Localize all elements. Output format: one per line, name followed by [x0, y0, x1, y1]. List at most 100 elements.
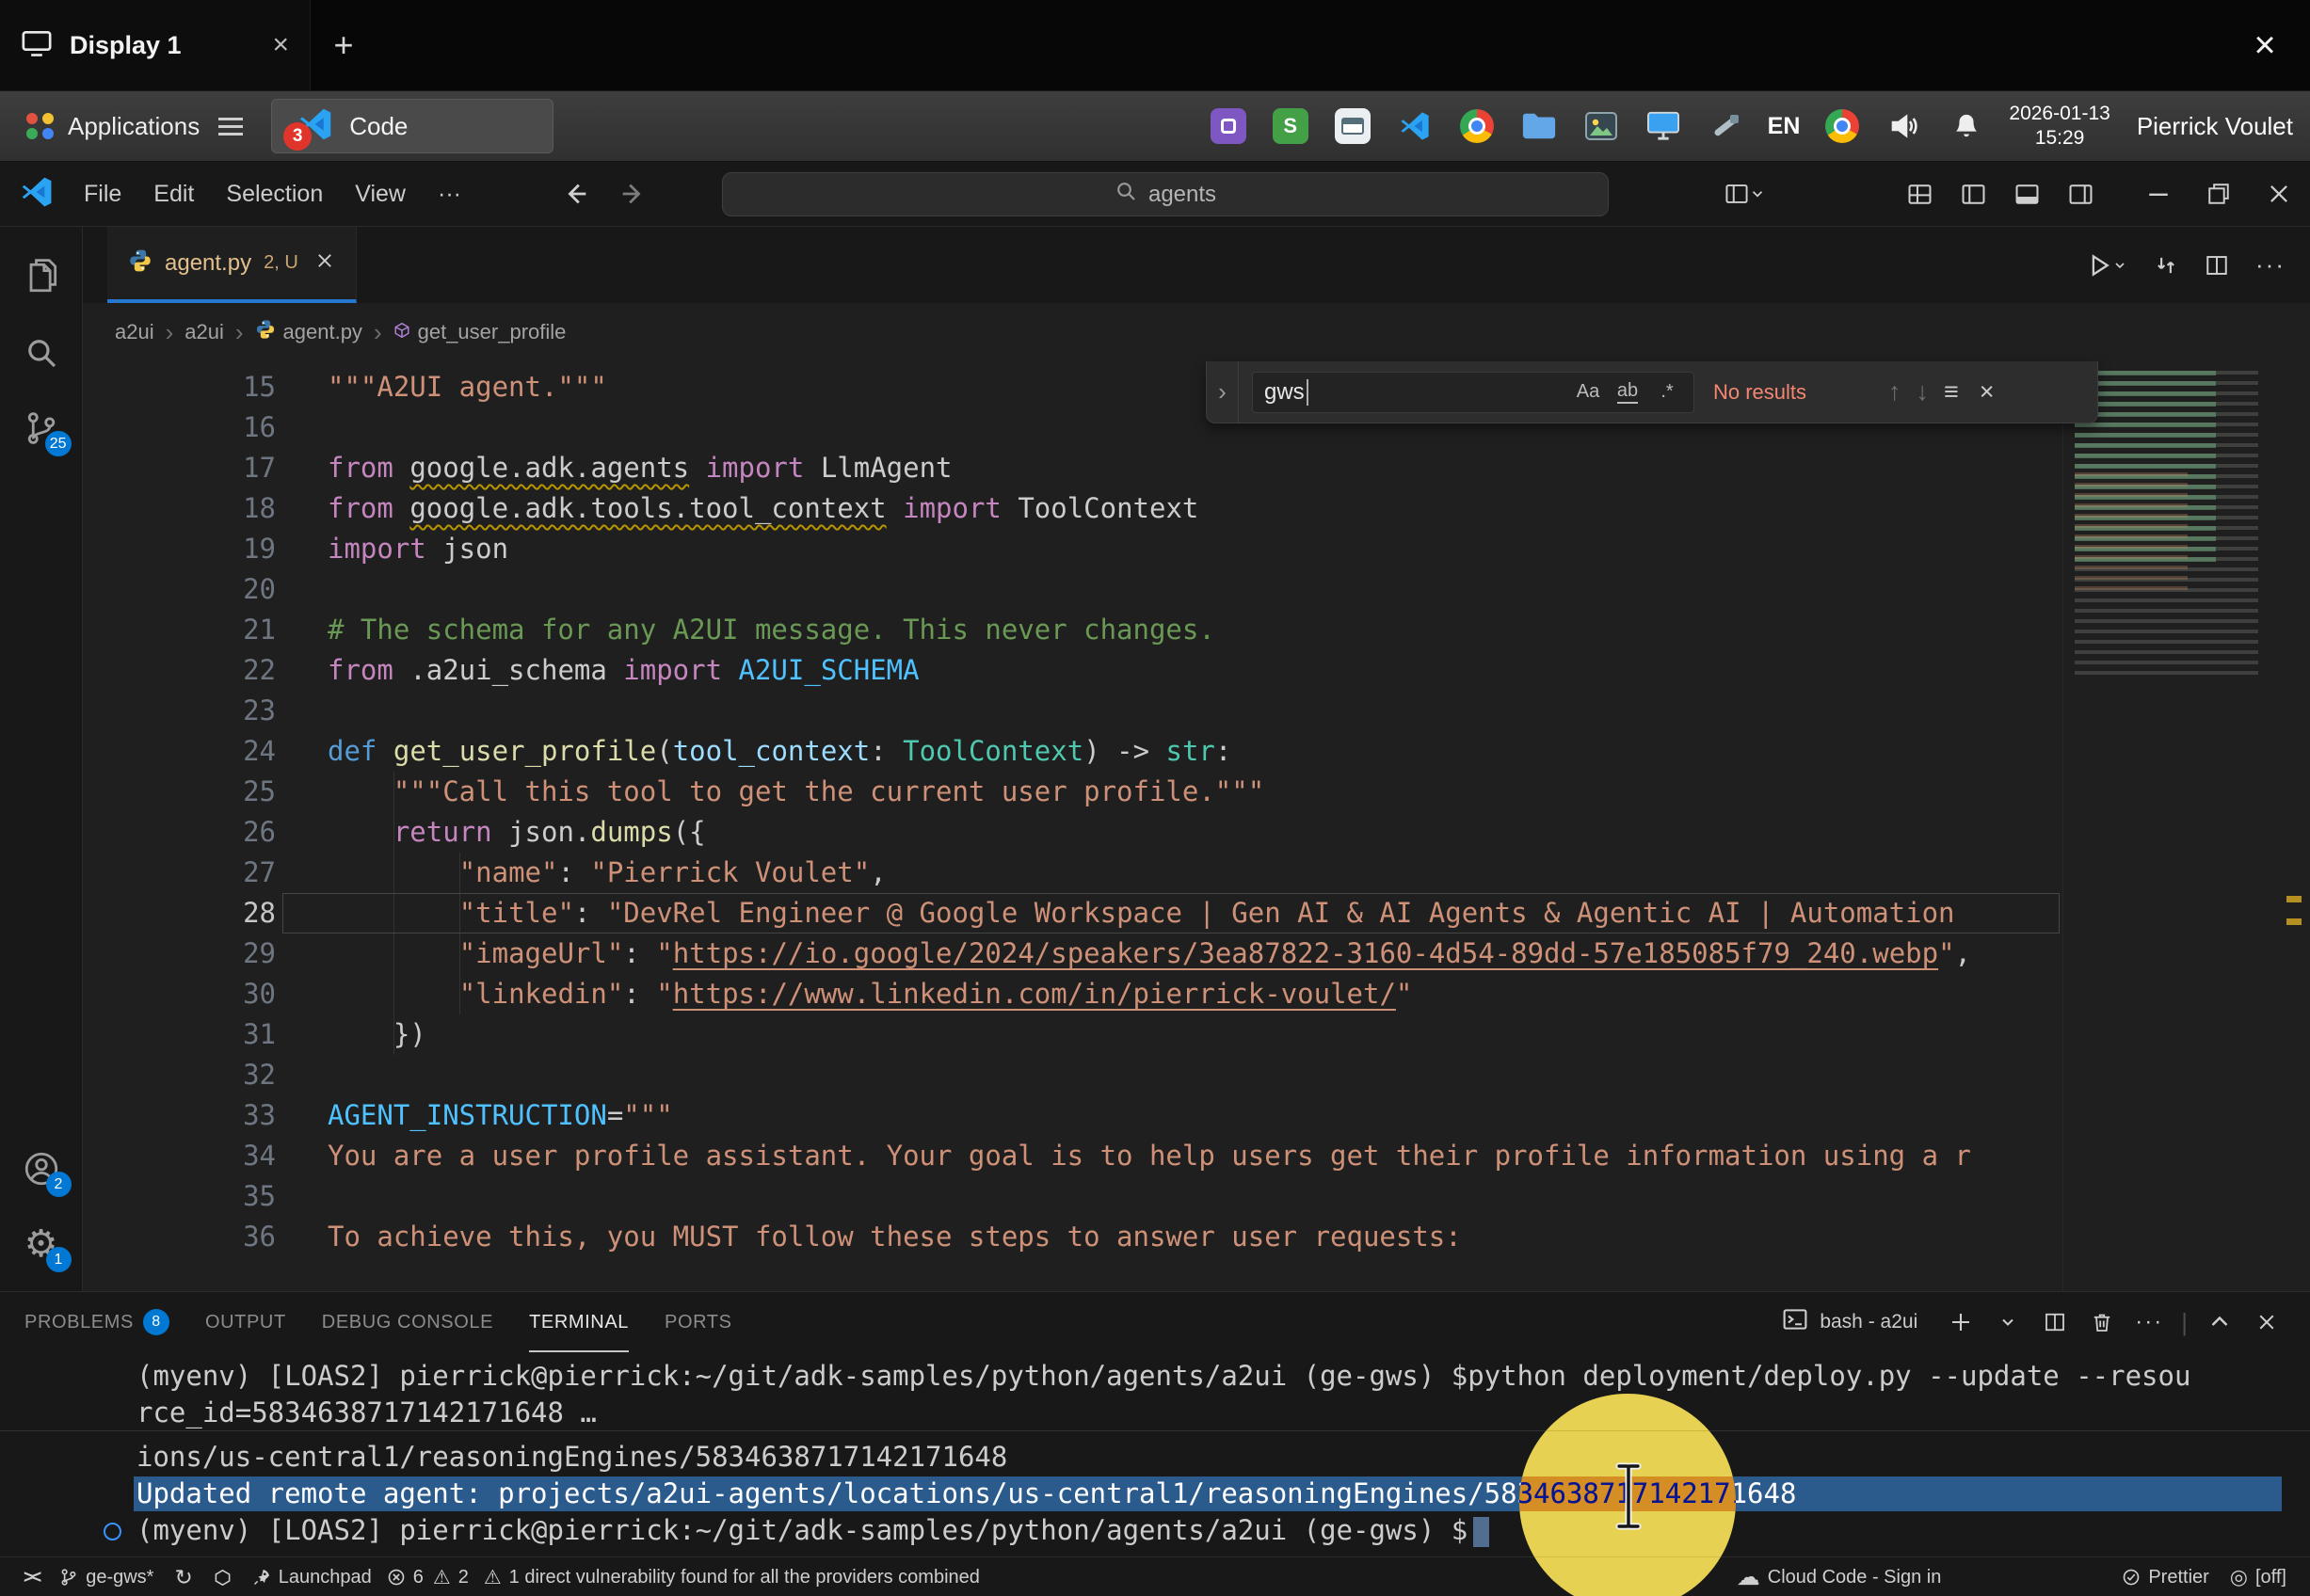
user-name[interactable]: Pierrick Voulet — [2137, 112, 2293, 141]
vm-window-close-icon[interactable]: × — [2220, 0, 2310, 90]
explorer-icon[interactable] — [0, 240, 83, 315]
keyboard-layout[interactable]: EN — [1768, 113, 1801, 140]
menu-selection[interactable]: Selection — [210, 173, 339, 215]
find-in-selection-icon[interactable]: ≡ — [1944, 377, 1959, 407]
status-launchpad[interactable]: Launchpad — [242, 1557, 382, 1596]
menu-edit[interactable]: Edit — [137, 173, 210, 215]
clock[interactable]: 2026-01-13 15:29 — [2009, 102, 2109, 152]
code-line[interactable]: 22from .a2ui_schema import A2UI_SCHEMA — [83, 650, 2062, 691]
find-close-icon[interactable]: × — [1980, 377, 1995, 407]
code-line[interactable]: 36To achieve this, you MUST follow these… — [83, 1217, 2062, 1257]
account-icon[interactable]: 2 — [0, 1131, 83, 1206]
terminal-line[interactable]: (myenv) [LOAS2] pierrick@pierrick:~/git/… — [0, 1512, 2310, 1549]
breadcrumb-get-user-profile[interactable]: get_user_profile — [393, 320, 567, 344]
code-line[interactable]: 19import json — [83, 529, 2062, 569]
breadcrumb-a2ui[interactable]: a2ui — [184, 320, 224, 344]
volume-icon[interactable] — [1885, 106, 1924, 146]
status-2[interactable]: ⚠2 — [428, 1557, 473, 1596]
layout-grid-icon[interactable] — [1907, 182, 1933, 207]
status-remote[interactable]: >< — [13, 1557, 49, 1596]
command-center-search[interactable]: agents — [722, 172, 1609, 216]
close-panel-icon[interactable] — [2248, 1303, 2286, 1341]
menu-file[interactable]: File — [68, 173, 137, 215]
code-line[interactable]: 24def get_user_profile(tool_context: Too… — [83, 731, 2062, 772]
tab-close-icon[interactable] — [314, 250, 335, 276]
open-changes-icon[interactable] — [2154, 253, 2178, 278]
find-next-icon[interactable]: ↓ — [1917, 377, 1930, 407]
code-line[interactable]: 23 — [83, 691, 2062, 731]
settings-gear-icon[interactable]: ⚙ 1 — [0, 1206, 83, 1282]
match-case-toggle[interactable]: Aa — [1573, 377, 1603, 407]
status-sync[interactable]: ↻ — [164, 1557, 202, 1596]
chrome-icon[interactable] — [1822, 106, 1862, 146]
status-prettier[interactable]: Prettier — [2111, 1557, 2219, 1596]
customize-layout-icon[interactable] — [1724, 182, 1766, 206]
kill-terminal-icon[interactable] — [2083, 1303, 2121, 1341]
breadcrumb-a2ui[interactable]: a2ui — [115, 320, 154, 344]
minimize-icon[interactable] — [2146, 182, 2171, 206]
bell-icon[interactable] — [1947, 106, 1986, 146]
code-lines[interactable]: 15"""A2UI agent."""1617from google.adk.a… — [83, 361, 2062, 1291]
breadcrumb-agent-py[interactable]: agent.py — [255, 319, 362, 345]
terminal-line[interactable]: (myenv) [LOAS2] pierrick@pierrick:~/git/… — [0, 1358, 2310, 1395]
code-line[interactable]: 27 "name": "Pierrick Voulet", — [83, 853, 2062, 893]
toggle-secondary-sidebar-icon[interactable] — [2068, 182, 2093, 207]
terminal-line[interactable]: ions/us-central1/reasoningEngines/583463… — [0, 1439, 2310, 1476]
search-view-icon[interactable] — [0, 315, 83, 391]
panel-more-icon[interactable]: ··· — [2130, 1303, 2168, 1341]
find-previous-icon[interactable]: ↑ — [1888, 377, 1901, 407]
tool-icon[interactable] — [1706, 106, 1745, 146]
panel-tab-debug-console[interactable]: DEBUG CONSOLE — [322, 1292, 493, 1352]
terminal-line[interactable]: Updated remote agent: projects/a2ui-agen… — [0, 1476, 2310, 1512]
terminal-instance[interactable]: bash - a2ui — [1782, 1306, 1917, 1338]
code-line[interactable]: 33AGENT_INSTRUCTION=""" — [83, 1095, 2062, 1136]
menu-more[interactable]: ··· — [422, 173, 477, 215]
split-terminal-icon[interactable] — [2036, 1303, 2074, 1341]
toggle-sidebar-icon[interactable] — [1961, 182, 1986, 207]
status-hex[interactable] — [203, 1557, 242, 1596]
code-line[interactable]: 31 }) — [83, 1014, 2062, 1055]
terminal-line[interactable]: rce_id=5834638717142171648 … — [0, 1395, 2310, 1431]
find-collapse-icon[interactable]: › — [1207, 361, 1239, 423]
terminal-output[interactable]: (myenv) [LOAS2] pierrick@pierrick:~/git/… — [0, 1352, 2310, 1556]
image-icon[interactable] — [1581, 106, 1621, 146]
vm-new-tab-button[interactable]: + — [311, 0, 377, 90]
close-icon[interactable] — [2267, 182, 2291, 206]
maximize-panel-icon[interactable] — [2201, 1303, 2238, 1341]
code-line[interactable]: 32 — [83, 1055, 2062, 1095]
run-python-file-icon[interactable] — [2086, 252, 2127, 279]
vscode-icon[interactable] — [1395, 106, 1435, 146]
minimap[interactable] — [2062, 361, 2276, 1291]
code-line[interactable]: 35 — [83, 1176, 2062, 1217]
regex-toggle[interactable]: .* — [1652, 377, 1682, 407]
applications-menu[interactable]: Applications — [17, 91, 252, 161]
overview-ruler[interactable] — [2276, 361, 2310, 1291]
panel-tab-terminal[interactable]: TERMINAL — [529, 1292, 629, 1352]
vm-tab-close-icon[interactable]: × — [272, 29, 289, 61]
code-line[interactable]: 17from google.adk.agents import LlmAgent — [83, 448, 2062, 488]
tab-agent-py[interactable]: agent.py 2, U — [107, 227, 357, 303]
code-line[interactable]: 28 "title": "DevRel Engineer @ Google Wo… — [83, 893, 2062, 934]
terminal-dropdown-icon[interactable] — [1989, 1303, 2027, 1341]
status-6[interactable]: 6 — [382, 1557, 428, 1596]
code-line[interactable]: 18from google.adk.tools.tool_context imp… — [83, 488, 2062, 529]
split-editor-icon[interactable] — [2205, 253, 2229, 278]
code-line[interactable]: 34You are a user profile assistant. Your… — [83, 1136, 2062, 1176]
panel-tab-problems[interactable]: PROBLEMS8 — [24, 1292, 169, 1352]
whole-word-toggle[interactable]: ab — [1612, 377, 1643, 407]
taskbar-window-code[interactable]: 3 Code — [271, 99, 553, 153]
code-line[interactable]: 25 """Call this tool to get the current … — [83, 772, 2062, 812]
display-icon[interactable] — [1644, 106, 1683, 146]
code-line[interactable]: 30 "linkedin": "https://www.linkedin.com… — [83, 974, 2062, 1014]
menu-view[interactable]: View — [339, 173, 422, 215]
vm-display-tab[interactable]: Display 1 × — [0, 0, 311, 90]
more-actions-icon[interactable]: ··· — [2255, 250, 2286, 279]
code-line[interactable]: 21# The schema for any A2UI message. Thi… — [83, 610, 2062, 650]
back-icon[interactable] — [562, 180, 590, 208]
status-off[interactable]: ◎[off] — [2220, 1557, 2297, 1596]
chrome-icon[interactable] — [1457, 106, 1497, 146]
panel-tab-ports[interactable]: PORTS — [665, 1292, 732, 1352]
app-green-icon[interactable]: S — [1271, 106, 1310, 146]
panel-tab-output[interactable]: OUTPUT — [205, 1292, 286, 1352]
code-line[interactable]: 29 "imageUrl": "https://io.google/2024/s… — [83, 934, 2062, 974]
